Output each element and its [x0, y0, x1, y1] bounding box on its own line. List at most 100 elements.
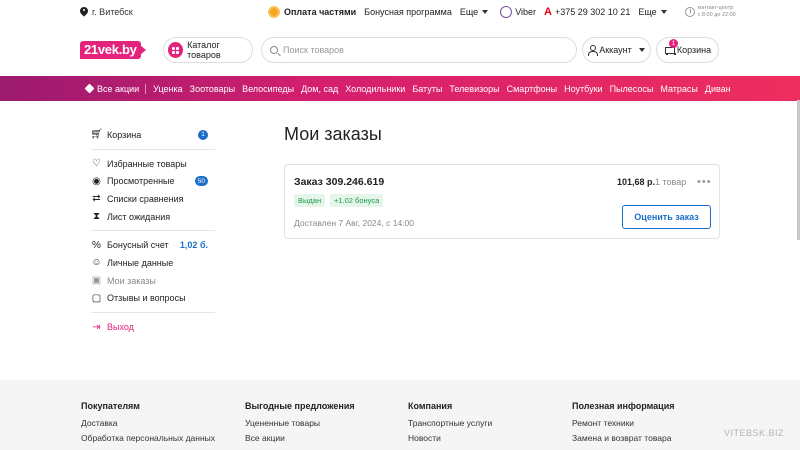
watermark: VITEBSK.BIZ: [724, 428, 785, 438]
sidebar-item-favorites[interactable]: ♡ Избранные товары: [91, 155, 215, 173]
sidebar-item-bonus[interactable]: % Бонусный счет 1,02 б.: [91, 236, 215, 254]
nav-item-trampolines[interactable]: Батуты: [412, 84, 442, 94]
nav-item-vacuums[interactable]: Пылесосы: [610, 84, 654, 94]
footer-link-privacy[interactable]: Обработка персональных данных: [81, 433, 215, 443]
footer-link-news[interactable]: Новости: [408, 433, 492, 443]
chevron-down-icon: [638, 48, 645, 52]
sidebar-item-label: Личные данные: [107, 257, 174, 268]
bonus-badge: +1.02 бонуса: [330, 194, 384, 207]
chevron-down-icon: [660, 10, 667, 14]
tag-icon: [84, 83, 95, 94]
more-options-icon[interactable]: •••: [697, 176, 712, 188]
nav-label: Все акции: [97, 83, 140, 94]
city-selector[interactable]: г. Витебск: [80, 7, 133, 17]
nav-item-discount[interactable]: Уценка: [153, 84, 182, 94]
viber-link[interactable]: Viber: [515, 7, 536, 17]
city-label: г. Витебск: [92, 7, 133, 17]
footer-col-customers: Покупателям Доставка Обработка персональ…: [81, 401, 215, 448]
nav-item-sofa[interactable]: Диван: [705, 84, 731, 94]
footer-link-promos[interactable]: Все акции: [245, 433, 355, 443]
sidebar-item-logout[interactable]: ⇥ Выход: [91, 318, 215, 336]
account-button[interactable]: Аккаунт: [582, 37, 651, 63]
nav-item-tv[interactable]: Телевизоры: [449, 84, 499, 94]
nav-item-smartphones[interactable]: Смартфоны: [507, 84, 557, 94]
footer-col-info: Полезная информация Ремонт техники Замен…: [572, 401, 674, 448]
sidebar-item-personal[interactable]: ☺ Личные данные: [91, 254, 215, 272]
footer-heading: Покупателям: [81, 401, 140, 411]
sidebar-item-label: Списки сравнения: [107, 193, 184, 204]
category-nav: Все акции Уценка Зоотовары Велосипеды До…: [0, 76, 800, 101]
catalog-label: Каталог товаров: [187, 40, 221, 60]
account-label: Аккаунт: [599, 45, 632, 55]
box-icon: ▣: [91, 275, 102, 287]
footer-link-transport[interactable]: Транспортные услуги: [408, 418, 492, 428]
sidebar-item-waitlist[interactable]: ⧗ Лист ожидания: [91, 208, 215, 226]
top-links: Оплата частями Бонусная программа Еще Vi…: [268, 0, 736, 24]
logo-text: 21vek.by: [80, 41, 141, 59]
installment-link[interactable]: Оплата частями: [284, 7, 356, 17]
hourglass-icon: ⧗: [92, 211, 101, 223]
sidebar-item-label: Корзина: [107, 129, 142, 140]
delivery-info: Доставлен 7 Авг, 2024, с 14:00: [294, 218, 414, 228]
logo-arrow-icon: [139, 45, 146, 55]
sidebar-item-label: Избранные товары: [107, 158, 187, 169]
sidebar-item-reviews[interactable]: ▢ Отзывы и вопросы: [91, 290, 215, 308]
divider: [91, 312, 215, 314]
sidebar-item-cart[interactable]: 🛒︎ Корзина 1: [90, 126, 215, 144]
sidebar-item-compare[interactable]: ⇄ Списки сравнения: [91, 190, 215, 208]
viewed-count-badge: 50: [194, 176, 208, 187]
header: 21vek.by Каталог товаров Аккаунт 1 Корзи…: [0, 24, 800, 76]
bonus-program-link[interactable]: Бонусная программа: [364, 7, 452, 17]
percent-icon: %: [92, 239, 101, 251]
footer-heading: Компания: [408, 401, 453, 411]
nav-item-mattresses[interactable]: Матрасы: [660, 84, 698, 94]
status-badge: Выдан: [294, 194, 326, 207]
footer-heading: Полезная информация: [572, 401, 675, 411]
sidebar-item-label: Отзывы и вопросы: [107, 293, 186, 304]
site-logo[interactable]: 21vek.by: [80, 40, 150, 60]
cart-count-badge: 1: [198, 129, 208, 140]
search-icon: [270, 46, 278, 54]
phone-link[interactable]: +375 29 302 10 21: [555, 7, 630, 17]
footer-col-deals: Выгодные предложения Уцененные товары Вс…: [245, 401, 355, 448]
order-number[interactable]: Заказ 309.246.619: [294, 176, 384, 188]
footer-link-delivery[interactable]: Доставка: [81, 418, 215, 428]
hours-label: с 8:00 до 22:00: [697, 12, 736, 18]
sidebar-item-label: Просмотренные: [107, 176, 175, 187]
location-pin-icon: [80, 7, 88, 17]
nav-item-laptops[interactable]: Ноутбуки: [564, 84, 602, 94]
nav-item-bicycles[interactable]: Велосипеды: [242, 84, 294, 94]
sidebar-item-label: Мои заказы: [107, 275, 156, 286]
compare-icon: ⇄: [92, 193, 101, 205]
catalog-button[interactable]: Каталог товаров: [163, 37, 253, 63]
user-icon: [588, 45, 599, 56]
cart-icon: 🛒︎: [90, 129, 103, 141]
contact-center-label: контакт-центр: [697, 5, 734, 11]
nav-item-all-promos[interactable]: Все акции: [84, 83, 147, 94]
more-label: Еще: [638, 7, 657, 17]
footer-col-company: Компания Транспортные услуги Новости: [408, 401, 492, 448]
rate-order-button[interactable]: Оценить заказ: [622, 205, 711, 229]
more-label: Еще: [459, 7, 479, 17]
order-price: 101,68 р.: [617, 177, 656, 187]
more-menu-2[interactable]: Еще: [638, 7, 667, 17]
more-menu-1[interactable]: Еще: [459, 7, 489, 17]
catalog-grid-icon: [168, 42, 184, 58]
sidebar-item-viewed[interactable]: ◉ Просмотренные 50: [91, 172, 215, 190]
bonus-balance: 1,02 б.: [179, 240, 208, 251]
footer-link-repair[interactable]: Ремонт техники: [572, 418, 674, 428]
cart-button[interactable]: 1 Корзина: [656, 37, 719, 63]
cart-count-badge: 1: [669, 39, 678, 48]
divider: [91, 148, 215, 150]
clock-icon: [684, 7, 695, 17]
nav-item-home-garden[interactable]: Дом, сад: [301, 84, 338, 94]
search-input[interactable]: [283, 45, 563, 55]
sidebar-item-orders[interactable]: ▣ Мои заказы: [91, 272, 215, 290]
nav-item-fridges[interactable]: Холодильники: [345, 84, 405, 94]
nav-item-pets[interactable]: Зоотовары: [190, 84, 235, 94]
account-sidebar: 🛒︎ Корзина 1 ♡ Избранные товары ◉ Просмо…: [90, 126, 215, 336]
search-box: [261, 37, 577, 63]
footer-link-discounted[interactable]: Уцененные товары: [245, 418, 355, 428]
order-card[interactable]: Заказ 309.246.619 101,68 р. 1 товар ••• …: [284, 164, 720, 239]
footer-link-returns[interactable]: Замена и возврат товара: [572, 433, 674, 443]
